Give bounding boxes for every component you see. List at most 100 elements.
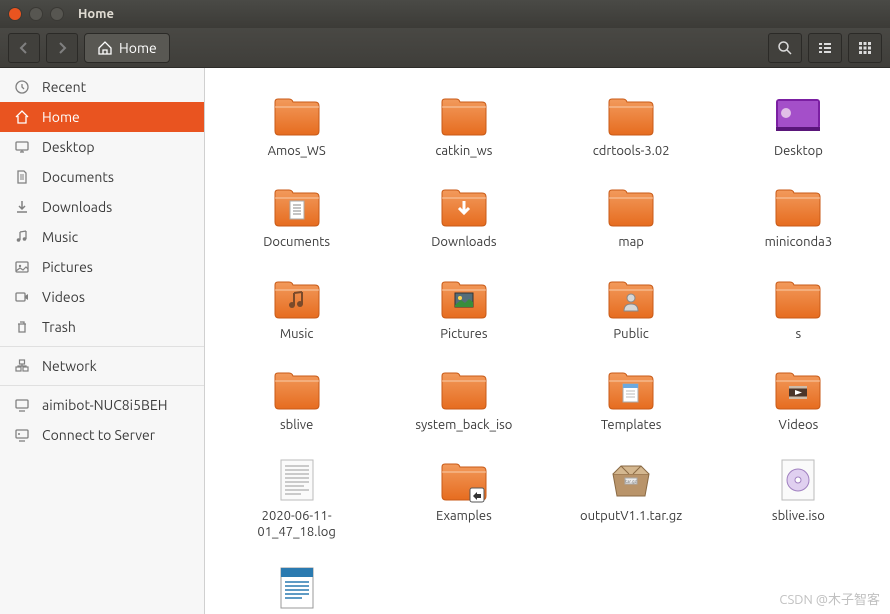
- file-label: system_back_iso: [415, 417, 512, 433]
- text-icon: [271, 455, 323, 505]
- folder-icon: [772, 181, 824, 231]
- sidebar-item-label: Home: [42, 109, 80, 125]
- sidebar-item-label: Connect to Server: [42, 427, 155, 443]
- grid-icon: [857, 40, 873, 56]
- file-label: catkin_ws: [435, 143, 492, 159]
- sidebar-item-connect[interactable]: Connect to Server: [0, 420, 204, 450]
- file-item[interactable]: Videos: [719, 360, 878, 437]
- maximize-button[interactable]: [50, 7, 64, 21]
- file-label: Pictures: [440, 326, 487, 342]
- network-icon: [14, 358, 30, 374]
- file-item[interactable]: catkin_ws: [384, 86, 543, 163]
- sidebar-item-downloads[interactable]: Downloads: [0, 192, 204, 222]
- file-item[interactable]: Pictures: [384, 269, 543, 346]
- back-button[interactable]: [8, 33, 40, 63]
- file-label: Documents: [263, 234, 330, 250]
- file-item[interactable]: Amos_WS: [217, 86, 376, 163]
- list-icon: [817, 40, 833, 56]
- folder-link-icon: [438, 455, 490, 505]
- file-label: map: [618, 234, 644, 250]
- file-label: Amos_WS: [268, 143, 326, 159]
- sidebar-item-label: Trash: [42, 319, 76, 335]
- file-item[interactable]: Examples: [384, 451, 543, 545]
- file-item[interactable]: Downloads: [384, 177, 543, 254]
- file-item[interactable]: Templates: [552, 360, 711, 437]
- forward-button[interactable]: [46, 33, 78, 63]
- file-item[interactable]: sblive: [217, 360, 376, 437]
- documents-icon: [14, 169, 30, 185]
- server-icon: [14, 427, 30, 443]
- computer-icon: [14, 397, 30, 413]
- file-item[interactable]: 2020-06-11-01_47_18.log: [217, 451, 376, 545]
- sidebar-item-label: Pictures: [42, 259, 93, 275]
- path-home[interactable]: Home: [84, 33, 170, 63]
- close-button[interactable]: [8, 7, 22, 21]
- sidebar-item-label: Documents: [42, 169, 114, 185]
- folder-documents-icon: [271, 181, 323, 231]
- file-label: Videos: [778, 417, 818, 433]
- file-item[interactable]: sblive.iso: [719, 451, 878, 545]
- music-icon: [14, 229, 30, 245]
- file-label: miniconda3: [765, 234, 833, 250]
- file-item[interactable]: miniconda3: [719, 177, 878, 254]
- file-item[interactable]: tar.gz outputV1.1.tar.gz: [552, 451, 711, 545]
- file-item[interactable]: system_back_iso: [384, 360, 543, 437]
- sidebar-item-label: aimibot-NUC8i5BEH: [42, 397, 167, 413]
- folder-icon: [605, 181, 657, 231]
- sidebar: Recent Home Desktop Documents Downloads Music…: [0, 68, 205, 614]
- folder-pictures-icon: [438, 273, 490, 323]
- clock-icon: [14, 79, 30, 95]
- desktop-icon: [14, 139, 30, 155]
- content-area: Amos_WS catkin_ws cdrtools-3.02 Desktop Docu…: [205, 68, 890, 614]
- file-label: 2020-06-11-01_47_18.log: [227, 508, 367, 541]
- sidebar-item-label: Videos: [42, 289, 85, 305]
- folder-templates-icon: [605, 364, 657, 414]
- file-item[interactable]: Public: [552, 269, 711, 346]
- file-label: Public: [613, 326, 648, 342]
- sidebar-item-desktop[interactable]: Desktop: [0, 132, 204, 162]
- sidebar-item-aimibot[interactable]: aimibot-NUC8i5BEH: [0, 390, 204, 420]
- titlebar: Home: [0, 0, 890, 28]
- file-item[interactable]: Music: [217, 269, 376, 346]
- sidebar-item-home[interactable]: Home: [0, 102, 204, 132]
- sidebar-item-videos[interactable]: Videos: [0, 282, 204, 312]
- file-item[interactable]: Desktop: [719, 86, 878, 163]
- file-item[interactable]: Documents: [217, 177, 376, 254]
- file-label: outputV1.1.tar.gz: [580, 508, 682, 524]
- file-label: Examples: [436, 508, 492, 524]
- file-item[interactable]: map: [552, 177, 711, 254]
- archive-icon: tar.gz: [605, 455, 657, 505]
- file-item[interactable]: cdrtools-3.02: [552, 86, 711, 163]
- file-item[interactable]: 启动盘制作过程.odt: [217, 559, 376, 614]
- file-label: Desktop: [774, 143, 823, 159]
- file-label: s: [796, 326, 802, 342]
- sidebar-item-label: Desktop: [42, 139, 95, 155]
- list-view-button[interactable]: [808, 33, 842, 63]
- desktop-icon: [772, 90, 824, 140]
- file-label: Downloads: [431, 234, 496, 250]
- folder-icon: [605, 90, 657, 140]
- sidebar-item-recent[interactable]: Recent: [0, 72, 204, 102]
- sidebar-item-label: Music: [42, 229, 78, 245]
- sidebar-item-pictures[interactable]: Pictures: [0, 252, 204, 282]
- grid-view-button[interactable]: [848, 33, 882, 63]
- file-label: Templates: [601, 417, 662, 433]
- sidebar-item-label: Network: [42, 358, 97, 374]
- folder-icon: [271, 364, 323, 414]
- watermark: CSDN @木子智客: [779, 589, 880, 608]
- folder-icon: [438, 364, 490, 414]
- sidebar-item-trash[interactable]: Trash: [0, 312, 204, 342]
- search-button[interactable]: [768, 33, 802, 63]
- minimize-button[interactable]: [29, 7, 43, 21]
- sidebar-item-music[interactable]: Music: [0, 222, 204, 252]
- sidebar-item-network[interactable]: Network: [0, 351, 204, 381]
- folder-icon: [772, 273, 824, 323]
- folder-icon: [271, 90, 323, 140]
- odt-icon: [271, 563, 323, 613]
- window-title: Home: [78, 7, 114, 21]
- file-item[interactable]: s: [719, 269, 878, 346]
- sidebar-item-documents[interactable]: Documents: [0, 162, 204, 192]
- trash-icon: [14, 319, 30, 335]
- pathbar: Home: [84, 33, 170, 63]
- sidebar-item-label: Downloads: [42, 199, 112, 215]
